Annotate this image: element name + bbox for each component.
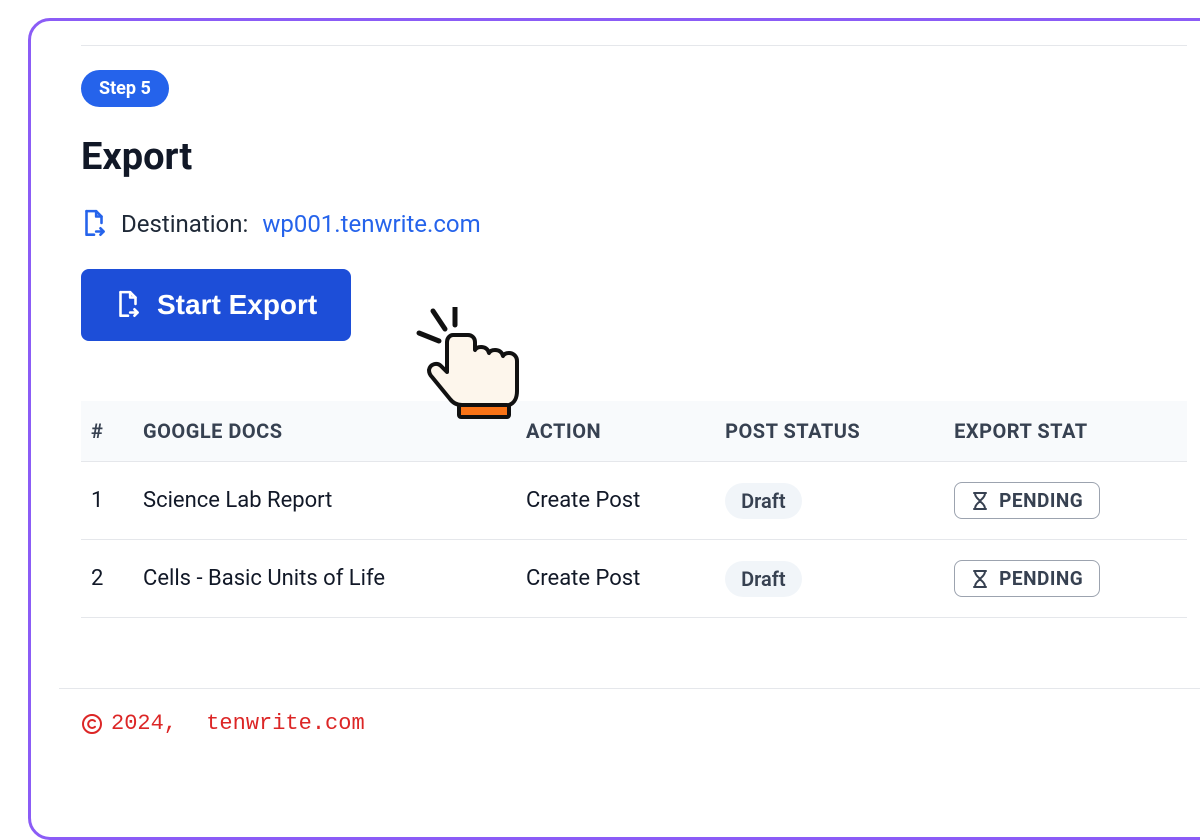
start-export-button[interactable]: Start Export [81,269,351,341]
footer-year: 2024, [111,711,177,736]
table-row: 2 Cells - Basic Units of Life Create Pos… [81,540,1187,618]
col-num: # [81,401,131,462]
start-export-label: Start Export [157,289,317,321]
divider-footer [59,688,1200,689]
export-status-text: PENDING [999,567,1083,590]
page-title: Export [81,135,1187,179]
cell-doc: Science Lab Report [131,462,514,540]
cell-action: Create Post [514,540,713,618]
file-export-icon [115,290,141,320]
export-status-badge: PENDING [954,482,1100,519]
file-export-icon [81,209,107,239]
export-status-text: PENDING [999,489,1083,512]
destination-label: Destination: [121,210,248,238]
col-docs: GOOGLE DOCS [131,401,514,462]
col-action: ACTION [514,401,713,462]
footer-site: tenwrite.com [206,711,364,736]
status-badge: Draft [725,483,801,519]
col-export-status: EXPORT STAT [942,401,1187,462]
cell-action: Create Post [514,462,713,540]
col-post-status: POST STATUS [713,401,942,462]
table-row: 1 Science Lab Report Create Post Draft P… [81,462,1187,540]
hourglass-icon [971,569,989,589]
divider-top [81,45,1187,46]
cell-doc: Cells - Basic Units of Life [131,540,514,618]
hourglass-icon [971,491,989,511]
copyright-icon [81,713,103,735]
status-badge: Draft [725,561,801,597]
step-badge: Step 5 [81,70,169,107]
cell-num: 2 [81,540,131,618]
destination-link[interactable]: wp001.tenwrite.com [262,210,480,238]
footer: 2024, tenwrite.com [81,711,1187,736]
cell-num: 1 [81,462,131,540]
export-status-badge: PENDING [954,560,1100,597]
export-table: # GOOGLE DOCS ACTION POST STATUS EXPORT … [81,401,1187,618]
